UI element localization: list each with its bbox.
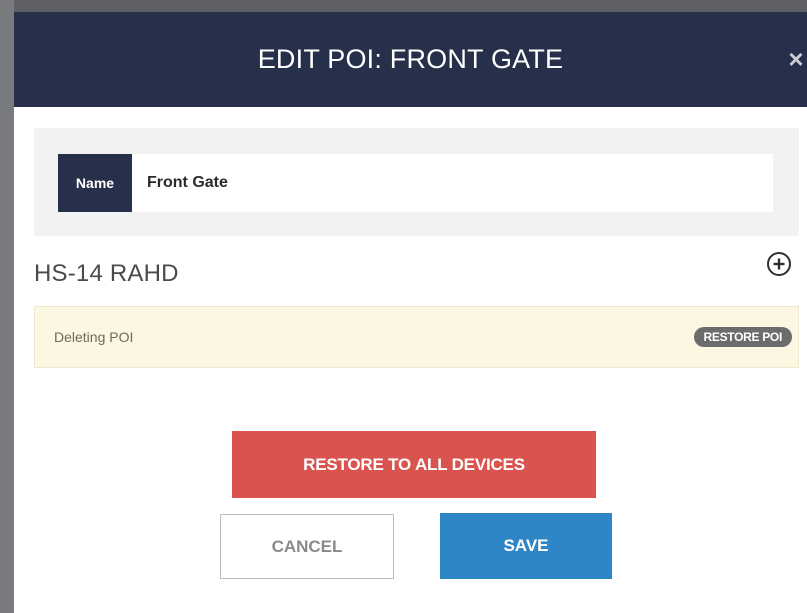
page-backdrop-left (0, 0, 14, 613)
close-icon[interactable]: × (787, 44, 805, 74)
name-input[interactable] (132, 154, 773, 212)
restore-to-all-devices-button[interactable]: RESTORE TO ALL DEVICES (232, 431, 596, 498)
name-label: Name (58, 154, 132, 212)
modal-title: EDIT POI: FRONT GATE (257, 44, 564, 74)
save-button[interactable]: SAVE (440, 513, 612, 579)
name-panel: Name (34, 128, 799, 236)
poi-status-message: Deleting POI (54, 329, 134, 345)
cancel-button[interactable]: CANCEL (220, 514, 394, 579)
add-device-button[interactable] (767, 252, 791, 276)
page-backdrop-top (0, 0, 807, 12)
plus-circle-icon (773, 258, 785, 270)
restore-poi-button[interactable]: RESTORE POI (693, 327, 792, 347)
edit-poi-modal: EDIT POI: FRONT GATE × Name HS-14 RAHD D… (14, 12, 807, 613)
modal-header: EDIT POI: FRONT GATE × (14, 12, 807, 107)
poi-status-alert: Deleting POI RESTORE POI (34, 306, 799, 368)
device-title: HS-14 RAHD (34, 260, 179, 287)
